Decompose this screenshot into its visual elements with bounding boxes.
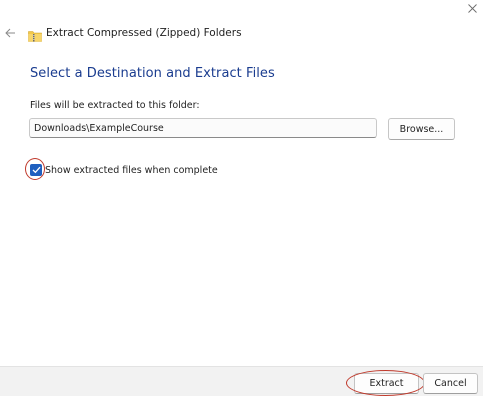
page-heading: Select a Destination and Extract Files (30, 66, 275, 81)
zip-folder-icon (28, 27, 42, 42)
dialog-title-row: Extract Compressed (Zipped) Folders (28, 25, 242, 42)
show-extracted-files-label: Show extracted files when complete (45, 164, 218, 176)
destination-label: Files will be extracted to this folder: (30, 100, 200, 111)
show-extracted-files-checkbox[interactable] (30, 164, 42, 176)
back-arrow-icon (4, 28, 15, 38)
extract-button[interactable]: Extract (354, 373, 419, 394)
close-button[interactable] (462, 0, 483, 16)
back-button[interactable] (0, 24, 20, 42)
cancel-button[interactable]: Cancel (423, 373, 478, 394)
destination-path-input[interactable] (29, 118, 377, 138)
show-extracted-files-option[interactable]: Show extracted files when complete (27, 160, 218, 180)
dialog-title: Extract Compressed (Zipped) Folders (46, 27, 242, 39)
browse-button[interactable]: Browse... (388, 118, 455, 140)
close-icon (468, 3, 477, 13)
checkmark-icon (32, 166, 40, 174)
